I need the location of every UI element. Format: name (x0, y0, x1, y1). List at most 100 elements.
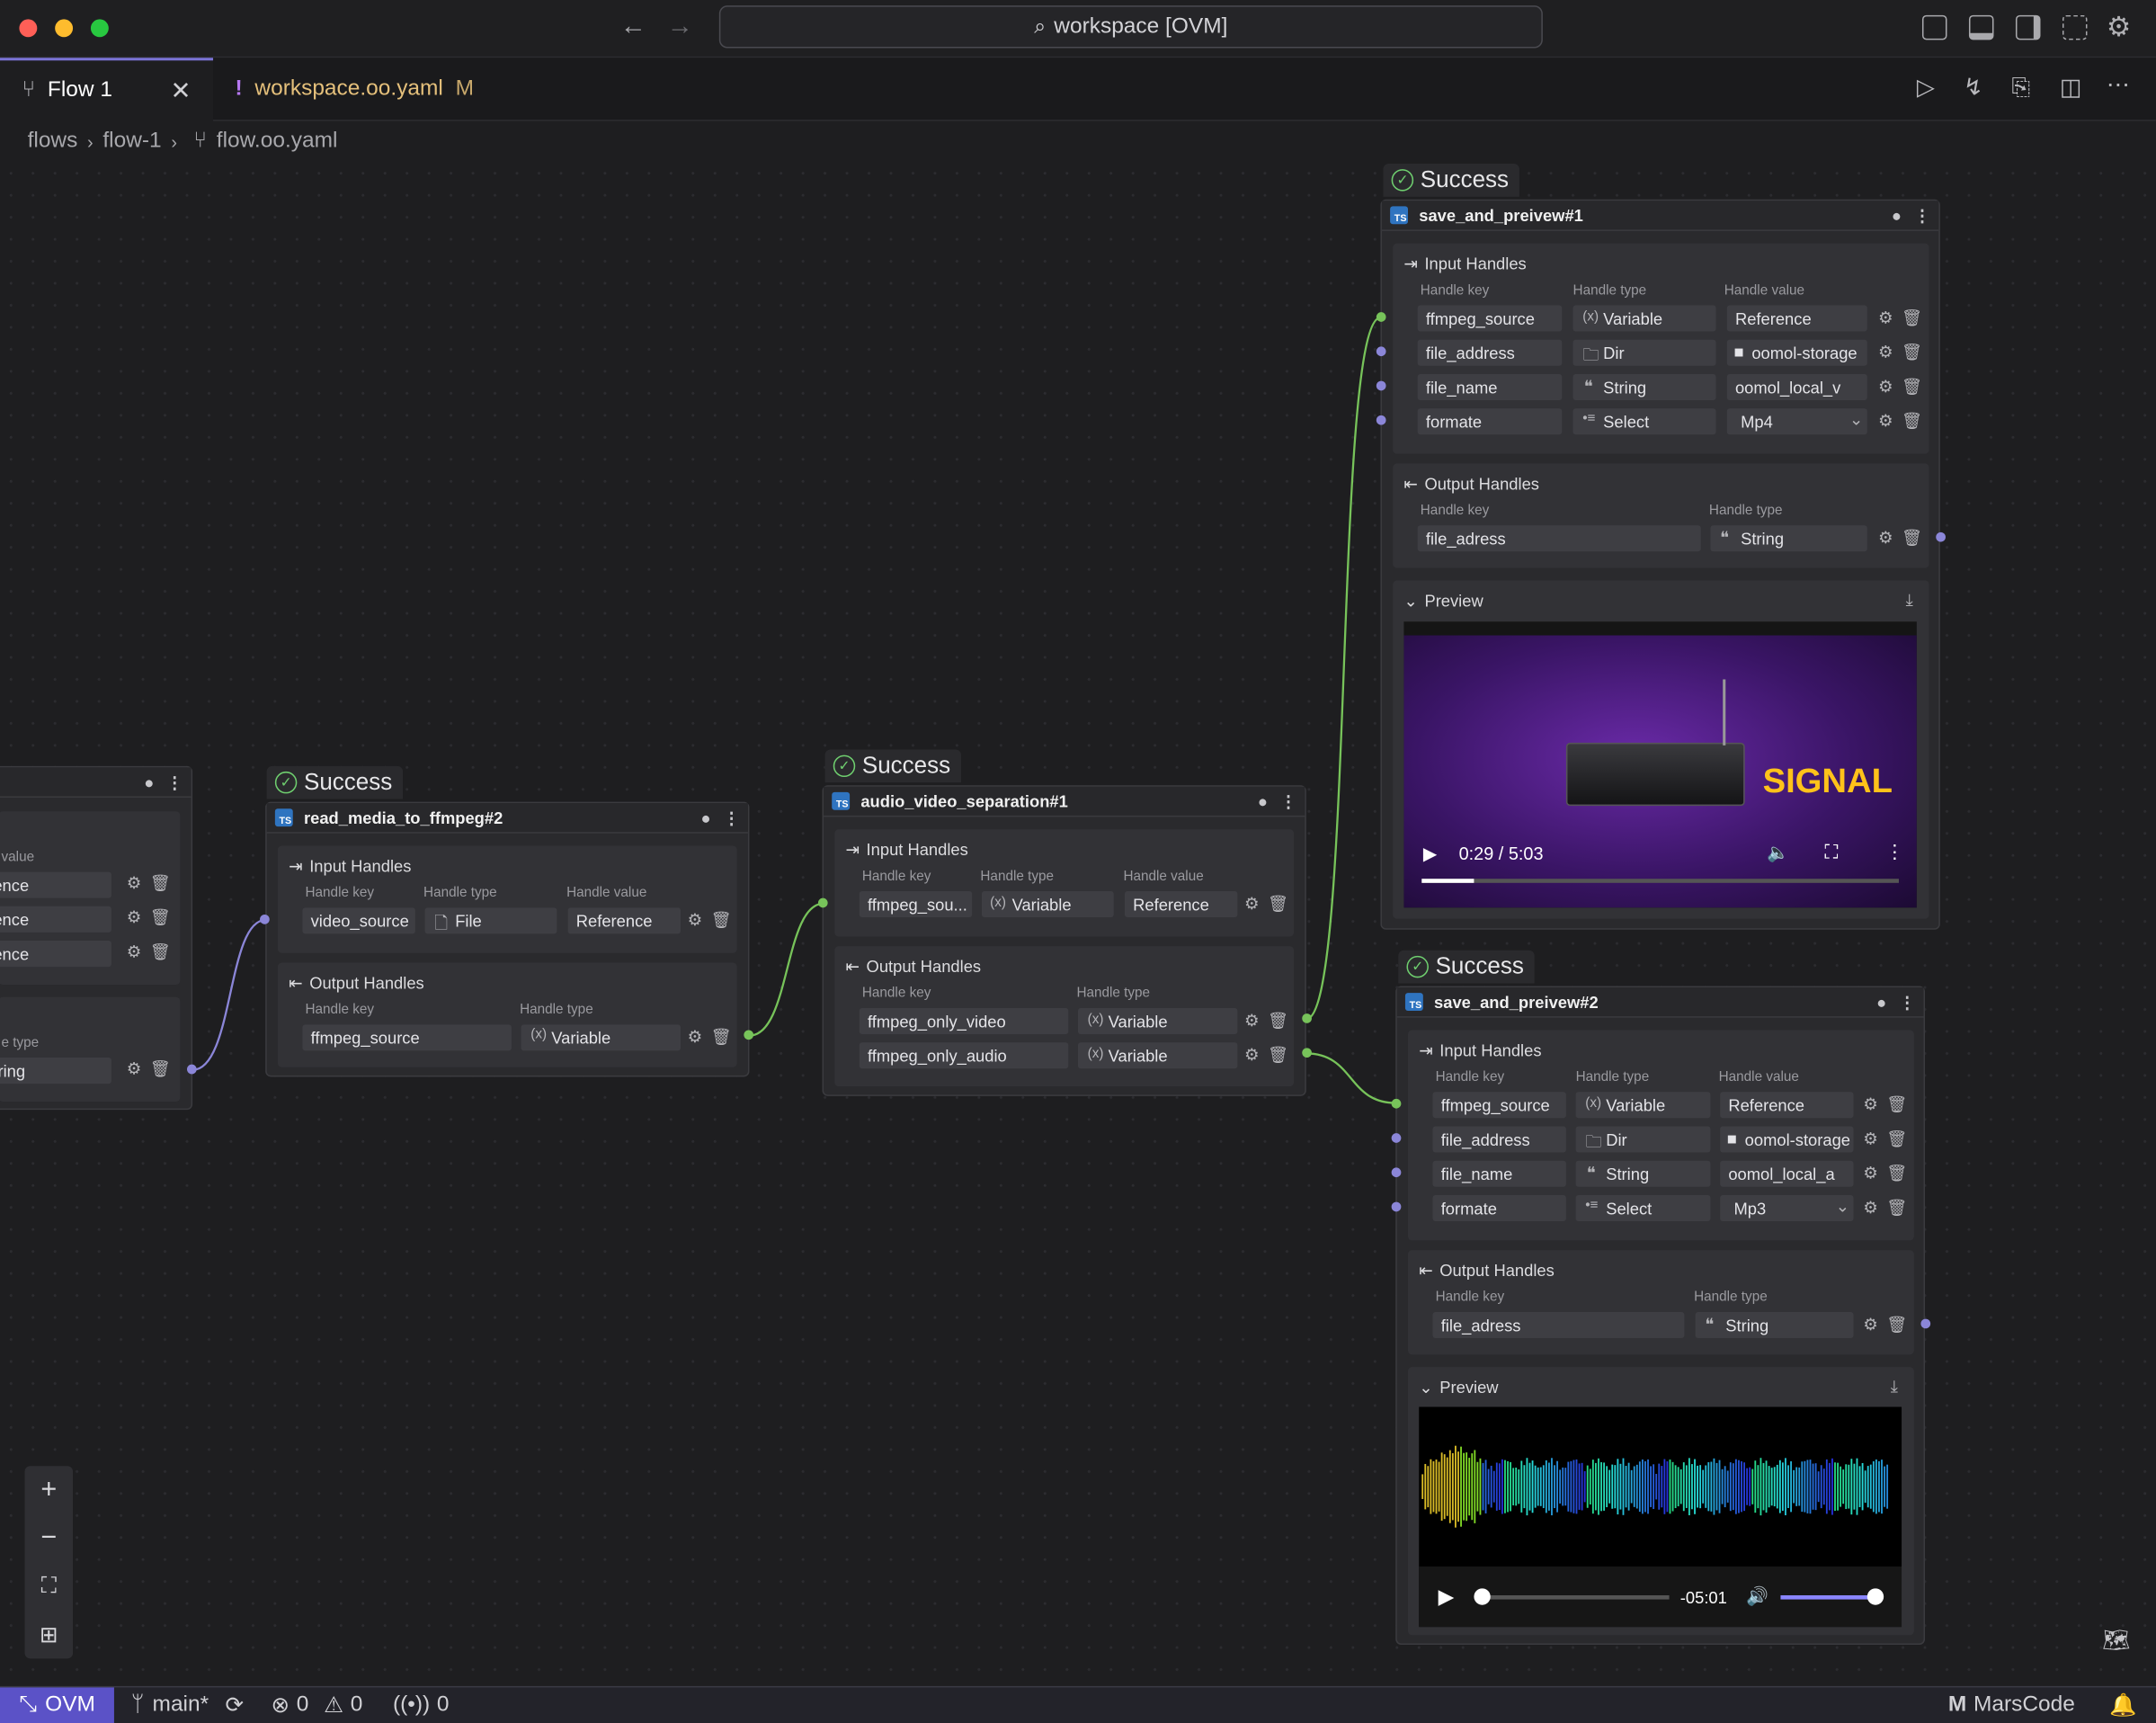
input-port[interactable] (1376, 415, 1386, 425)
marscode-indicator[interactable]: M MarsCode 🔔 (1948, 1692, 2137, 1719)
trash-icon[interactable]: 🗑 (1902, 528, 1922, 547)
gear-icon[interactable]: ⚙ (1863, 1164, 1877, 1183)
gear-icon[interactable]: ⚙ (127, 907, 141, 926)
handle-key-field[interactable]: file_name (1432, 1160, 1566, 1187)
handle-value-field[interactable]: oomol_local_a (1720, 1160, 1854, 1187)
handle-value-field[interactable]: oomol-storage (1720, 1126, 1854, 1153)
gear-icon[interactable]: ⚙ (1863, 1315, 1877, 1334)
node-menu-icon[interactable]: ⋮ (1899, 992, 1915, 1011)
gear-icon[interactable]: ⚙ (1863, 1094, 1877, 1113)
trash-icon[interactable]: 🗑 (1886, 1129, 1907, 1148)
gear-icon[interactable]: ⚙ (1878, 343, 1893, 362)
handle-key-field[interactable]: ffmpeg_source (1417, 305, 1563, 332)
run-node-icon[interactable]: ● (144, 772, 154, 791)
output-port[interactable] (744, 1030, 754, 1040)
input-port[interactable] (1391, 1201, 1402, 1212)
trash-icon[interactable]: 🗑 (1902, 343, 1922, 362)
audio-player[interactable]: ▶ -05:01 🔊 (1419, 1406, 1902, 1628)
handle-value-field[interactable]: Reference (1720, 1092, 1854, 1119)
run-node-icon[interactable]: ● (1892, 206, 1902, 225)
trash-icon[interactable]: 🗑 (150, 942, 171, 961)
input-port[interactable] (1391, 1098, 1402, 1109)
volume-knob[interactable] (1866, 1588, 1884, 1605)
remote-indicator[interactable]: ⤡ OVM (0, 1686, 115, 1723)
gear-icon[interactable]: ⚙ (688, 910, 702, 929)
output-port[interactable] (1302, 1048, 1312, 1058)
input-port[interactable] (1391, 1167, 1402, 1178)
gear-icon[interactable]: ⚙ (1244, 1011, 1259, 1030)
run-node-icon[interactable]: ● (701, 808, 711, 826)
trash-icon[interactable]: 🗑 (1268, 1045, 1288, 1064)
trash-icon[interactable]: 🗑 (1886, 1164, 1907, 1183)
node-menu-icon[interactable]: ⋮ (1914, 206, 1930, 225)
handle-key-field[interactable]: video_source (302, 907, 415, 934)
node-save-and-preview-1[interactable]: TS save_and_preivew#1 ● ⋮ ⇥ Input Handles Ha… (1380, 199, 1940, 930)
minimap-toggle-icon[interactable]: ⊞ (25, 1611, 74, 1659)
video-progress-track[interactable] (1421, 879, 1899, 883)
section-title[interactable]: ⌄ Preview (1403, 592, 1483, 611)
trash-icon[interactable]: 🗑 (711, 910, 732, 929)
handle-key-field[interactable]: formate (1417, 408, 1563, 435)
node-menu-icon[interactable]: ⋮ (166, 772, 183, 791)
trash-icon[interactable]: 🗑 (1902, 411, 1922, 430)
trash-icon[interactable]: 🗑 (150, 907, 171, 926)
gear-icon[interactable]: ⚙ (688, 1027, 702, 1046)
map-icon[interactable]: 🗺 (2102, 1627, 2130, 1655)
section-title[interactable]: ⌄ Preview (1419, 1378, 1498, 1397)
video-player[interactable]: SIGNAL ▶ 0:29 / 5:03 🔈 ⛶ ⋮ (1403, 621, 1917, 908)
handle-value-field[interactable]: oomol_local_v (1726, 373, 1867, 401)
gear-icon[interactable]: ⚙ (127, 1059, 141, 1078)
handle-key-field[interactable]: file_address (1432, 1126, 1566, 1153)
handle-type-field[interactable]: String (1572, 373, 1716, 401)
output-port[interactable] (1302, 1013, 1312, 1023)
trash-icon[interactable]: 🗑 (1902, 308, 1922, 327)
gear-icon[interactable]: ⚙ (127, 942, 141, 961)
handle-key-field[interactable]: ffmpeg_source (302, 1024, 512, 1051)
run-node-icon[interactable]: ● (1258, 791, 1268, 810)
audio-scrubber[interactable] (1474, 1588, 1491, 1605)
zoom-in-icon[interactable]: + (25, 1466, 74, 1514)
zoom-out-icon[interactable]: − (25, 1514, 74, 1563)
handle-key-field[interactable]: ffmpeg_only_audio (859, 1042, 1069, 1069)
trash-icon[interactable]: 🗑 (1886, 1094, 1907, 1113)
node-save-and-preview-2[interactable]: TS save_and_preivew#2 ● ⋮ ⇥ Input Handles Ha… (1395, 986, 1926, 1646)
gear-icon[interactable]: ⚙ (1878, 308, 1893, 327)
volume-icon[interactable]: 🔊 (1746, 1585, 1768, 1607)
handle-key-field[interactable]: ffmpeg_sou... (859, 890, 973, 918)
handle-value-field[interactable]: ence (0, 871, 111, 898)
handle-value-field[interactable]: ence (0, 906, 111, 933)
fit-view-icon[interactable]: ⛶ (25, 1562, 74, 1611)
node-audio-video-separation[interactable]: TS audio_video_separation#1 ● ⋮ ⇥ Input Hand… (822, 785, 1306, 1096)
run-node-icon[interactable]: ● (1876, 992, 1886, 1011)
problems-indicator[interactable]: ⊗ 0 ⚠ 0 (272, 1692, 363, 1719)
format-select[interactable]: Mp3 (1720, 1194, 1854, 1222)
ports-indicator[interactable]: ((•)) 0 (393, 1693, 449, 1719)
handle-key-field[interactable]: file_name (1417, 373, 1563, 401)
handle-value-field[interactable]: Reference (1726, 305, 1867, 332)
volume-slider[interactable] (1780, 1594, 1877, 1600)
handle-type-field[interactable]: String (1695, 1311, 1854, 1339)
gear-icon[interactable]: ⚙ (1244, 1045, 1259, 1064)
gear-icon[interactable]: ⚙ (1863, 1198, 1877, 1217)
gear-icon[interactable]: ⚙ (127, 873, 141, 892)
handle-key-field[interactable]: file_address (1417, 339, 1563, 366)
handle-value-field[interactable]: Reference (1124, 890, 1238, 918)
node-menu-icon[interactable]: ⋮ (723, 808, 739, 826)
branch-indicator[interactable]: ᛘ main* ⟳ (131, 1692, 244, 1719)
bell-icon[interactable]: 🔔 (2109, 1692, 2136, 1719)
mute-icon[interactable]: 🔈 (1767, 842, 1789, 863)
gear-icon[interactable]: ⚙ (1863, 1129, 1877, 1148)
fullscreen-icon[interactable]: ⛶ (1824, 840, 1838, 863)
input-port[interactable] (1376, 346, 1386, 357)
handle-type-field[interactable]: String (1575, 1160, 1711, 1187)
input-port[interactable] (817, 897, 828, 908)
handle-value-field[interactable]: oomol-storage (1726, 339, 1867, 366)
video-menu-icon[interactable]: ⋮ (1885, 840, 1904, 863)
handle-value-field[interactable]: Reference (567, 907, 682, 934)
trash-icon[interactable]: 🗑 (711, 1027, 732, 1046)
trash-icon[interactable]: 🗑 (1886, 1315, 1907, 1334)
partial-node[interactable]: ●⋮ value ence ⚙🗑 ence ⚙🗑 ence ⚙🗑 e type … (0, 765, 193, 1111)
gear-icon[interactable]: ⚙ (1878, 377, 1893, 396)
node-read-media[interactable]: TS read_media_to_ffmpeg#2 ● ⋮ ⇥ Input Handle… (265, 801, 750, 1077)
play-icon[interactable]: ▶ (1423, 843, 1437, 864)
